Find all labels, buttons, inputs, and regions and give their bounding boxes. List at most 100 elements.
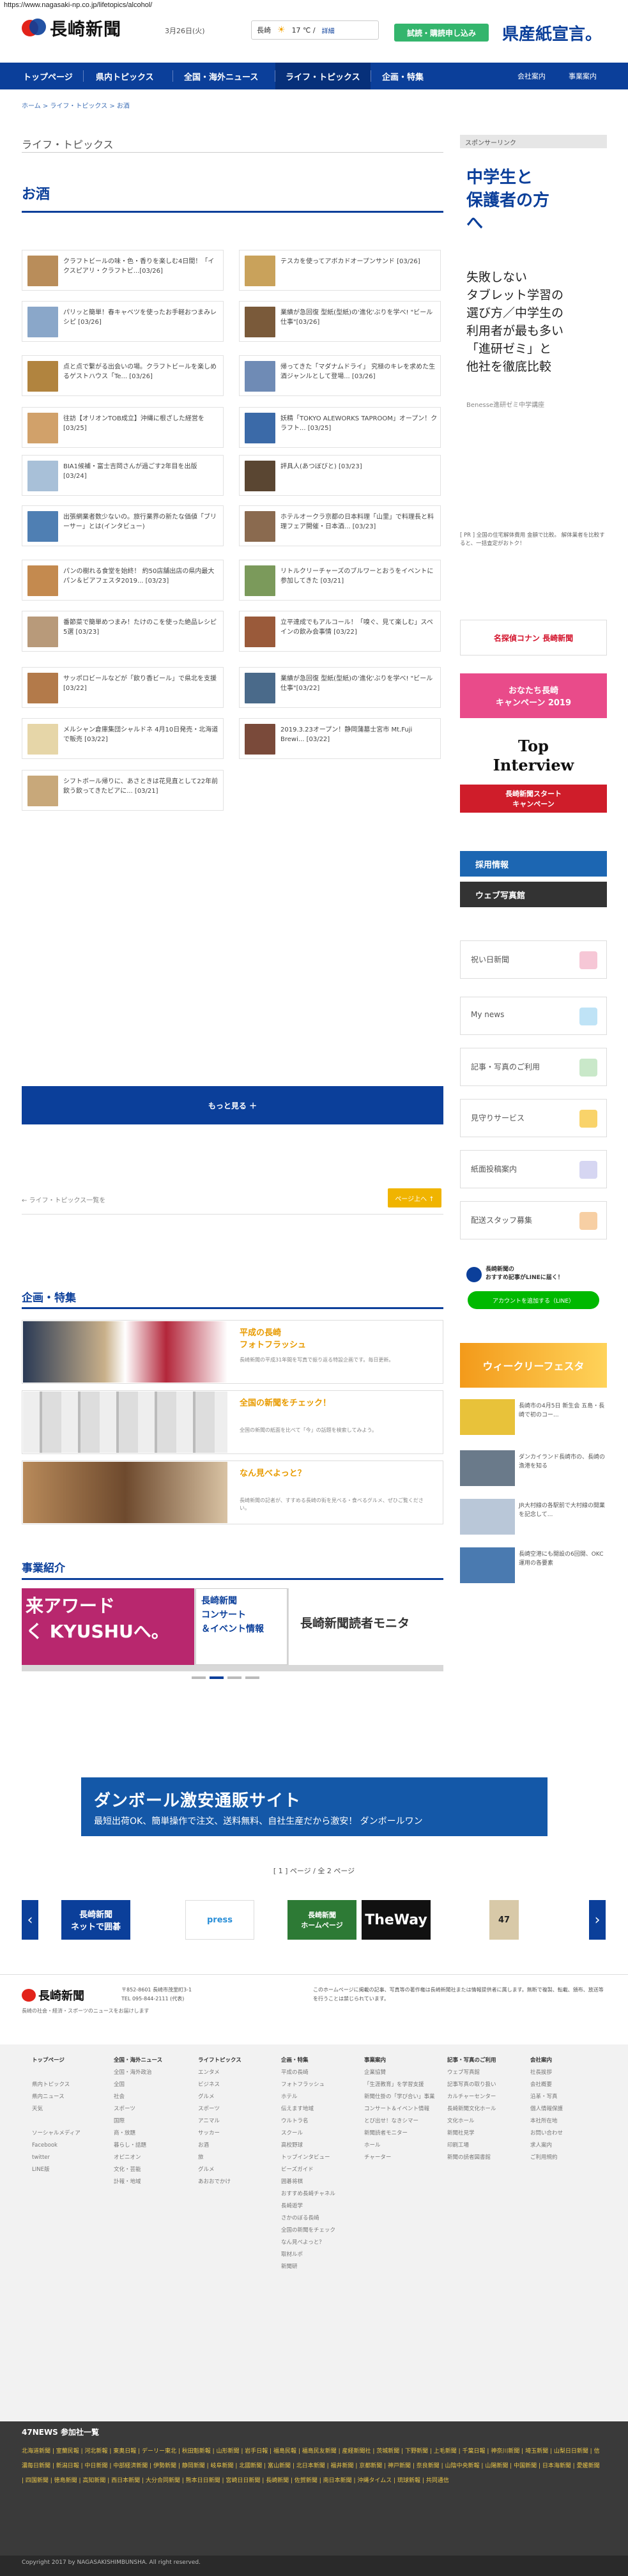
footer-column-head[interactable]: 全国・海外ニュース [114, 2055, 162, 2067]
footer-link[interactable]: 国際 [114, 2115, 162, 2128]
bottom-ad-banner[interactable]: ダンボール激安通販サイト 最短出荷OK、簡単操作で注文、送料無料、自社生産だから… [81, 1777, 548, 1836]
sidebar-news-item[interactable]: 長崎空港にも開設の6回開、OKC運用の各要素 [460, 1547, 607, 1587]
sidebar-menu-item[interactable]: 記事・写真のご利用 [460, 1048, 607, 1086]
business-slider[interactable]: 来アワード く KYUSHUへ。 長崎新聞 コンサート ＆イベント情報 長崎新聞… [22, 1588, 443, 1671]
footer-link[interactable]: Facebook [32, 2140, 80, 2152]
footer-link[interactable]: 全国・海外政治 [114, 2067, 162, 2079]
slide[interactable]: 長崎新聞 コンサート ＆イベント情報 [195, 1588, 287, 1665]
footer-link[interactable] [32, 2067, 80, 2079]
article-card[interactable]: 妖精「TOKYO ALEWORKS TAPROOM」オープン！クラフト... [… [239, 407, 441, 448]
sidebar-pr-text[interactable]: [ PR ] 全国の住宅解体費用 金額で比較。 解体業者を比較すると、一括査定が… [460, 532, 607, 548]
footer-link[interactable]: 天気 [32, 2103, 80, 2115]
browser-url[interactable]: https://www.nagasaki-np.co.jp/lifetopics… [0, 0, 628, 12]
pager[interactable]: [ 1 ] ページ / 全 2 ページ [0, 1866, 628, 1876]
partner-banner[interactable]: 長崎新聞 ホームページ [287, 1900, 356, 1940]
footer-link[interactable]: 本社所在地 [530, 2115, 563, 2128]
article-card[interactable]: 点と点で繋がる出会いの場。クラフトビールを楽しめるゲストハウス「Te... [0… [22, 355, 224, 396]
footer-link[interactable]: スポーツ [198, 2103, 241, 2115]
footer-link[interactable]: カルチャーセンター [447, 2091, 496, 2103]
slider-dot[interactable] [192, 1676, 206, 1679]
nav-life-topics[interactable]: ライフ・トピックス [275, 63, 371, 89]
sidebar-menu-item[interactable]: My news [460, 997, 607, 1035]
footer-link[interactable]: アニマル [198, 2115, 241, 2128]
article-card[interactable]: 出張網業者数少ないの。旅行業界の新たな価値「ブリーサー」とは(インタビュー) [22, 505, 224, 546]
footer-link[interactable]: なん見べよっと？ [281, 2237, 335, 2249]
chevron-right-icon[interactable]: › [589, 1900, 606, 1940]
weather-detail-link[interactable]: 詳細 [322, 26, 335, 35]
feature-card[interactable]: なん見べよっと？ 長崎新聞の記者が、すすめる長崎の街を見べる・食べるグルメ、ぜひ… [22, 1460, 443, 1524]
article-card[interactable]: 2019.3.23オープン！静岡蒲墓士宮市 Mt.Fuji Brewi... [… [239, 718, 441, 759]
line-add-button[interactable]: アカウントを追加する（LINE） [468, 1291, 599, 1309]
sidebar-banner[interactable]: ウィークリーフェスタ [460, 1343, 607, 1388]
footer-link[interactable]: コンサート＆イベント情報 [364, 2103, 435, 2115]
footer-column-head[interactable]: 事業案内 [364, 2055, 435, 2067]
footer-link[interactable]: ウルトラ名 [281, 2115, 335, 2128]
footer-link[interactable]: twitter [32, 2152, 80, 2164]
back-to-list-link[interactable]: ← ライフ・トピックス一覧を [22, 1195, 105, 1204]
article-card[interactable]: クラフトビールの味・色・香りを楽しむ4日間！「イクスピアリ・クラフトビ...[0… [22, 250, 224, 291]
slider-dot[interactable] [245, 1676, 259, 1679]
footer-link[interactable]: 「生涯教育」を学習支援 [364, 2079, 435, 2091]
footer-link[interactable]: 取材ルポ [281, 2249, 335, 2261]
more-button[interactable]: もっと見る ＋ [22, 1086, 443, 1124]
chevron-left-icon[interactable]: ‹ [22, 1900, 38, 1940]
footer-link[interactable]: 沿革・写真 [530, 2091, 563, 2103]
footer-link[interactable]: ホテル [281, 2091, 335, 2103]
feature-card[interactable]: 全国の新聞をチェック！ 全国の新聞の紙面を比べて「今」の話題を検索してみよう。 [22, 1390, 443, 1454]
footer-link[interactable]: 商・放題 [114, 2128, 162, 2140]
footer-link[interactable]: さかのぼる長崎 [281, 2212, 335, 2225]
footer-link[interactable]: 長崎新聞文化ホール [447, 2103, 496, 2115]
footer-link[interactable]: 企業協賛 [364, 2067, 435, 2079]
footer-link[interactable]: グルメ [198, 2164, 241, 2176]
sidebar-banner[interactable]: 名探偵コナン 長崎新聞 [460, 620, 607, 656]
weather-widget[interactable]: 長崎 ☀ 17 ℃ / 詳細 [251, 20, 379, 40]
article-card[interactable]: サッポロビールなどが「飲り香ビール」で県北を支援 [03/22] [22, 667, 224, 708]
sidebar-banner[interactable]: 長崎新聞スタート キャンペーン [460, 785, 607, 813]
footer-link[interactable]: 文化・芸能 [114, 2164, 162, 2176]
slide[interactable]: 長崎新聞読者モニタ [289, 1588, 443, 1665]
article-card[interactable]: パリッと簡単！春キャベツを使ったお手軽おつまみレシピ [03/26] [22, 301, 224, 342]
partner-banner[interactable]: 47 [489, 1900, 519, 1940]
article-card[interactable]: 業績が急回復 型紙(型紙)の'進化'ぶりを学べ! "ビール仕事"[03/26] [239, 301, 441, 342]
footer-link[interactable]: 印刷工場 [447, 2140, 496, 2152]
partner-banner[interactable]: 長崎新聞 ネットで囲碁 [61, 1900, 130, 1940]
slider-dots[interactable] [192, 1675, 281, 1680]
partner-banner[interactable]: TheWay [362, 1900, 431, 1940]
nav-company[interactable]: 会社案内 [517, 63, 546, 89]
nav-business[interactable]: 事業案内 [569, 63, 597, 89]
footer-link[interactable]: フォトフラッシュ [281, 2079, 335, 2091]
footer-link[interactable]: 個人情報保護 [530, 2103, 563, 2115]
footer-link[interactable]: 全国 [114, 2079, 162, 2091]
footer-link[interactable]: オピニオン [114, 2152, 162, 2164]
subscribe-button[interactable]: 試読・購読申し込み [394, 24, 489, 42]
campaign-banner[interactable]: 県産紙宣言。 [494, 20, 609, 45]
footer-link[interactable]: 社会 [114, 2091, 162, 2103]
footer-link[interactable]: 県内トピックス [32, 2079, 80, 2091]
footer-link[interactable]: お問い合わせ [530, 2128, 563, 2140]
nav-top[interactable]: トップページ [23, 63, 73, 89]
sidebar-news-item[interactable]: JR大村線の各駅前で大村線の開業を記念して... [460, 1499, 607, 1538]
footer-link[interactable]: スクール [281, 2128, 335, 2140]
article-card[interactable]: 評具人(あつぼびと) [03/23] [239, 455, 441, 496]
footer-link[interactable]: 伝えます地域 [281, 2103, 335, 2115]
footer-link[interactable]: あおおでかけ [198, 2176, 241, 2188]
footer-link[interactable]: 旅 [198, 2152, 241, 2164]
footer-link[interactable]: 求人案内 [530, 2140, 563, 2152]
slider-dot[interactable] [210, 1676, 224, 1679]
partner-banner[interactable]: press [185, 1900, 254, 1940]
footer-link[interactable]: ビジネス [198, 2079, 241, 2091]
page-top-button[interactable]: ページ上へ ↑ [388, 1188, 441, 1208]
footer-link[interactable]: ビーズガイド [281, 2164, 335, 2176]
article-card[interactable]: 立平達成でもアルコール！「嗅ぐ、見て楽しむ」スペインの飲み会事情 [03/22] [239, 611, 441, 652]
article-card[interactable]: シフトボール帰りに、あさときは花見直として22年前飲う飲ってきたビアに... [… [22, 770, 224, 811]
footer-link[interactable]: とび出せ！なきシマー [364, 2115, 435, 2128]
slide[interactable]: 来アワード く KYUSHUへ。 [22, 1588, 194, 1665]
footer-link[interactable]: 囲碁将棋 [281, 2176, 335, 2188]
footer-column-head[interactable]: ライフトピックス [198, 2055, 241, 2067]
article-card[interactable]: テスカを使ってアボカドオープンサンド [03/26] [239, 250, 441, 291]
news47-links[interactable]: 北海道新聞 | 室蘭民報 | 河北新報 | 東奥日報 | デーリー東北 | 秋田… [22, 2444, 603, 2488]
footer-link[interactable]: ウェブ写真館 [447, 2067, 496, 2079]
footer-link[interactable]: トップインタビュー [281, 2152, 335, 2164]
footer-link[interactable]: サッカー [198, 2128, 241, 2140]
footer-link[interactable]: お酒 [198, 2140, 241, 2152]
